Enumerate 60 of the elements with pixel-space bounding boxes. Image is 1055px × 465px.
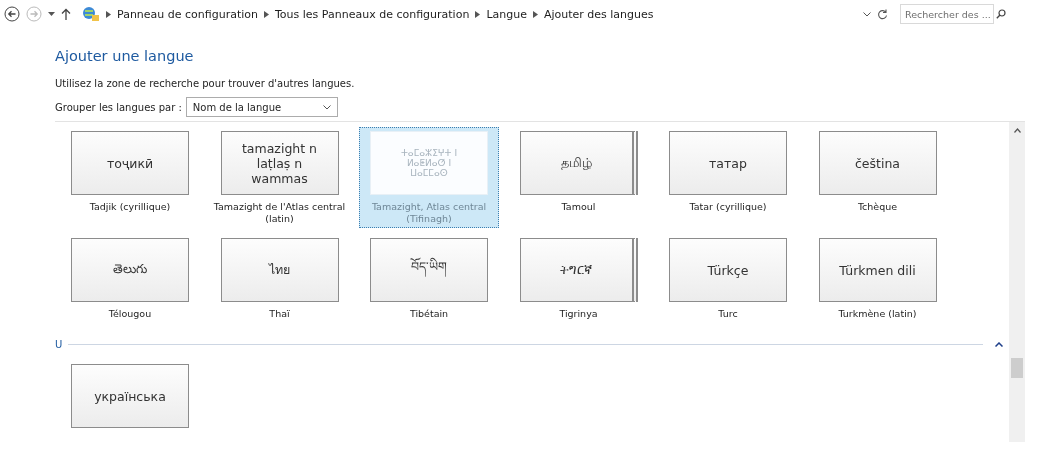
scrollbar[interactable] [1009,122,1025,442]
language-name: Tamoul [561,201,596,214]
chevron-down-icon [322,104,331,110]
breadcrumb-separator-icon [106,10,111,18]
scrollbar-thumb[interactable] [1011,358,1023,378]
language-tile[interactable]: Türkmen dili Turkmène (latin) [807,234,948,335]
language-name: Tadjik (cyrillique) [89,201,171,214]
language-tile[interactable]: татар Tatar (cyrillique) [658,127,798,228]
language-button[interactable]: čeština [818,131,937,195]
up-button[interactable] [61,8,71,20]
language-tile[interactable]: tamazight n laṭlaṣ n wammas Tamazight de l'Atlas central (latin) [209,127,350,228]
language-button[interactable]: tamazight n laṭlaṣ n wammas [220,131,339,195]
language-name: Turc [718,308,738,321]
breadcrumb[interactable]: Ajouter des langues [543,7,654,21]
language-name: Tigrinya [559,308,598,321]
breadcrumb[interactable]: Panneau de configuration [117,7,258,21]
breadcrumb-separator-icon [532,10,538,18]
language-button[interactable]: тоҷикӣ [71,131,189,195]
language-name: Tchèque [857,201,898,214]
language-name: Télougou [108,308,152,321]
language-name: Turkmène (latin) [838,308,917,321]
address-dropdown-button[interactable] [863,11,871,17]
language-tile[interactable]: čeština Tchèque [807,127,948,228]
back-button[interactable] [4,6,20,22]
language-name: Tamazight, Atlas central (Tifinagh) [370,201,488,225]
control-panel-icon [82,6,100,22]
group-letter: U [55,339,63,350]
language-tile[interactable]: தமிழ் Tamoul [508,127,649,228]
language-button[interactable]: తెలుగు [71,238,189,302]
language-button[interactable]: українська [71,364,189,428]
breadcrumb-separator-icon [264,10,269,18]
language-name: Tatar (cyrillique) [689,201,767,214]
language-name: Tamazight de l'Atlas central (latin) [212,201,347,225]
refresh-button[interactable] [877,8,888,20]
page-title: Ajouter une langue [55,48,195,64]
language-tile[interactable]: Türkçe Turc [658,234,798,335]
language-tile[interactable]: བོད་ཡིག Tibétain [359,234,499,335]
language-button[interactable]: ትግርኛ [519,238,638,302]
search-icon [996,9,1006,19]
language-button[interactable]: Türkçe [669,238,787,302]
language-name: Tibétain [409,308,449,321]
language-tile[interactable]: ไทย Thaï [209,234,350,335]
language-button[interactable]: ไทย [220,238,339,302]
language-tile[interactable]: తెలుగు Télougou [60,234,200,335]
language-button[interactable]: தமிழ் [519,131,638,195]
group-by-label: Grouper les langues par : [55,101,182,113]
hint-text: Utilisez la zone de recherche pour trouver d'autres langues. [55,78,356,89]
search-field[interactable]: Rechercher des ... [900,4,994,24]
language-tile[interactable]: українська [60,360,200,431]
group-by-dropdown[interactable]: Nom de la langue [185,97,338,117]
breadcrumb[interactable]: Tous les Panneaux de configuration [275,7,470,21]
language-button[interactable]: татар [669,131,787,195]
language-name: Thaï [269,308,290,321]
breadcrumb-separator-icon [475,10,481,18]
language-button[interactable]: བོད་ཡིག [370,238,488,302]
language-button[interactable]: Türkmen dili [818,238,937,302]
language-tile[interactable]: ትግርኛ Tigrinya [508,234,649,335]
recent-dropdown-button[interactable] [48,11,55,17]
breadcrumb[interactable]: Langue [486,7,527,21]
language-tile[interactable]: тоҷикӣ Tadjik (cyrillique) [60,127,200,228]
